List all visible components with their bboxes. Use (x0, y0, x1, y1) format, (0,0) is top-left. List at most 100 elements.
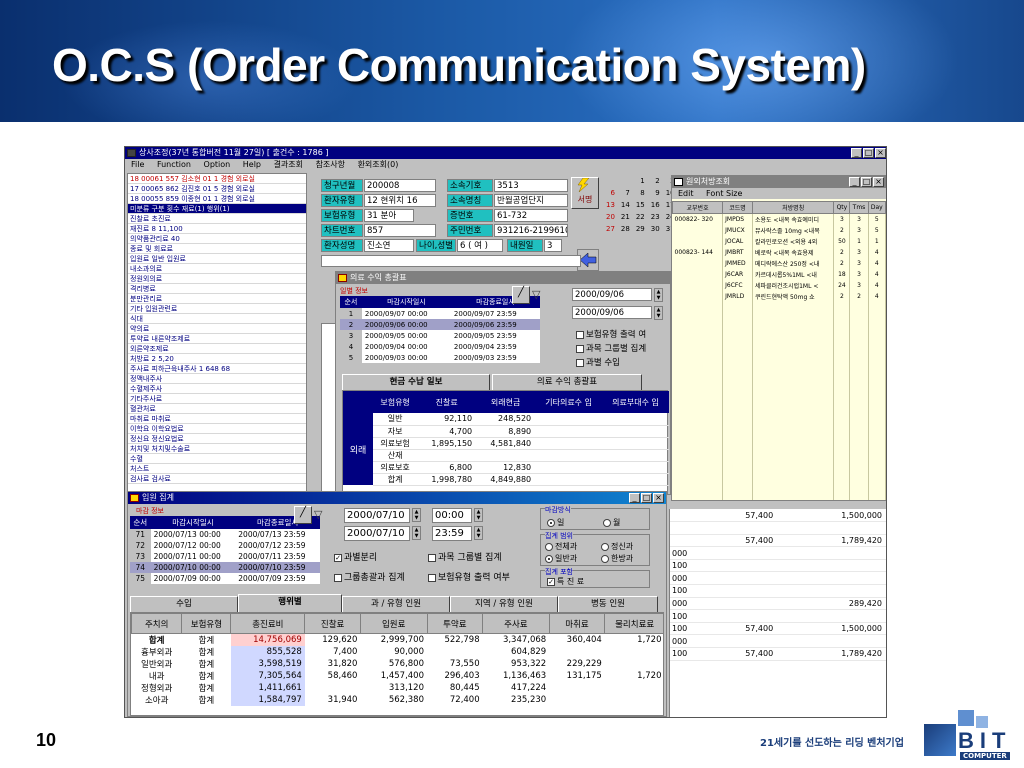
option-checkbox[interactable]: 보험유형 출력 여부 (428, 570, 510, 583)
list-item[interactable]: 처방료 2 5,20 (128, 354, 306, 364)
date-from-spinner[interactable]: ▲ ▼ (412, 508, 421, 522)
list-item[interactable]: 기타 입원관련료 (128, 304, 306, 314)
option-checkbox[interactable]: 과목 그룹별 집계 (576, 342, 646, 354)
list-item[interactable]: 종료 및 회료료 (128, 244, 306, 254)
checkmark-icon[interactable]: ╱ (294, 506, 312, 524)
table-row[interactable]: 73 2000/07/11 00:00 2000/07/11 23:59 (130, 551, 320, 562)
include-checkbox[interactable]: ✓ 특 진 료 (547, 576, 584, 587)
list-item[interactable]: 마취료 마취료 (128, 414, 306, 424)
tab-revenue-summary[interactable]: 의료 수익 총괄표 (492, 374, 642, 390)
close-button[interactable]: × (653, 493, 664, 503)
close-button[interactable]: × (873, 177, 884, 187)
table-row[interactable]: 자보 4,700 8,890 (343, 425, 669, 438)
tab-ward-count[interactable]: 병동 인원 (558, 596, 658, 612)
tab-by-procedure[interactable]: 행위별 (238, 594, 342, 612)
maximize-button[interactable]: □ (641, 493, 652, 503)
list-item[interactable]: 처스트 (128, 464, 306, 474)
list-item[interactable]: 외른약조제료 (128, 344, 306, 354)
visit-day-field[interactable]: 3 (544, 239, 562, 252)
table-row[interactable]: 일반외과 합계 3,598,519 31,820 576,800 73,550 953,32… (132, 658, 664, 670)
table-row[interactable]: JMRLD 쿠린드현탁액 50mg 쇼224 (672, 291, 886, 302)
claim-month-field[interactable]: 200008 (364, 179, 436, 192)
affiliation-name-field[interactable]: 반월공업단지 (494, 194, 568, 207)
calendar-day[interactable]: 7 (618, 187, 633, 199)
menu-option[interactable]: Option (204, 160, 231, 169)
menu-function[interactable]: Function (157, 160, 191, 169)
filter-icon[interactable]: ▽ (314, 508, 322, 521)
table-row[interactable]: 000822- 320 JMPDS 소용도 <내복 속효예미디 3 3 5 (672, 213, 886, 225)
resident-number-field[interactable]: 931216-2199610 (494, 224, 568, 237)
minimize-button[interactable]: _ (629, 493, 640, 503)
radio-day[interactable]: 일 (547, 517, 564, 528)
calendar-day[interactable]: 27 (603, 223, 618, 235)
list-item[interactable]: 수혈 (128, 454, 306, 464)
date-from-field[interactable]: 2000/09/06 (572, 288, 652, 301)
age-sex-field[interactable]: 6 ( 여 ) (457, 239, 503, 252)
table-row[interactable]: JMMED 메디락에스산 250정 <내 2 3 4 (672, 258, 886, 269)
menu-help[interactable]: Help (243, 160, 261, 169)
insurance-type-field[interactable]: 31 분아 (364, 209, 414, 222)
calendar-day[interactable]: 22 (633, 211, 648, 223)
table-row[interactable]: 000823- 144 JMBRT 베로락 <내복 속효용제 2 3 4 (672, 247, 886, 258)
time-to-field[interactable]: 23:59 (432, 526, 472, 541)
prescription-window-titlebar[interactable]: 원외처방조회 _ □ × (672, 176, 886, 188)
maximize-button[interactable]: □ (863, 148, 874, 158)
table-row[interactable]: 72 2000/07/12 00:00 2000/07/12 23:59 (130, 540, 320, 551)
list-item[interactable]: 의약품관리료 40 (128, 234, 306, 244)
date-to-field[interactable]: 2000/07/10 (344, 526, 410, 541)
maximize-button[interactable]: □ (861, 177, 872, 187)
list-item[interactable]: 이학요 이학요법료 (128, 424, 306, 434)
menu-result[interactable]: 결과조회 (274, 160, 303, 169)
table-row[interactable]: 합계 1,998,780 4,849,880 (343, 473, 669, 486)
table-row[interactable]: 소아과 합계 1,584,797 31,940 562,380 72,400 235,230 (132, 694, 664, 706)
list-item[interactable]: 처치및 처치및수술료 (128, 444, 306, 454)
calendar-day[interactable]: 23 (648, 211, 663, 223)
patient-name-field[interactable]: 진소연 (364, 239, 414, 252)
affiliation-code-field[interactable]: 3513 (494, 179, 568, 192)
tab-income[interactable]: 수입 (130, 596, 238, 612)
option-checkbox[interactable]: 보험유형 출력 여 (576, 328, 646, 340)
option-checkbox[interactable]: 그룹총괄과 집계 (334, 570, 405, 583)
table-row[interactable]: 외래 일반 92,110 248,520 (343, 413, 669, 485)
minimize-button[interactable]: _ (849, 177, 860, 187)
table-row[interactable]: J6CAR 카르데시롭5%1ML <내 18 3 4 (672, 269, 886, 280)
list-item[interactable]: 식대 (128, 314, 306, 324)
list-item[interactable]: 분만관리료 (128, 294, 306, 304)
radio-all-dept[interactable]: 전체과 (545, 541, 577, 552)
table-row[interactable]: 정형외과 합계 1,411,661 313,120 80,445 417,224 (132, 682, 664, 694)
list-item[interactable]: 정원외의료 (128, 274, 306, 284)
calendar-day[interactable]: 1 (633, 175, 648, 187)
calendar-day[interactable]: 15 (633, 199, 648, 211)
option-checkbox[interactable]: ✓ 과별분리 (334, 550, 377, 563)
option-checkbox[interactable]: 과별 수입 (576, 356, 620, 368)
table-row[interactable]: J6CFC 세파클러건조시럽1ML <24 3 4 (672, 280, 886, 291)
table-row[interactable]: 합계 합계 14,756,069 129,620 2,999,700 522,798 3,3… (132, 633, 664, 646)
inpatient-summary-titlebar[interactable]: 입원 집계 _ □ × (128, 492, 666, 504)
list-item[interactable]: 내소과의료 (128, 264, 306, 274)
list-item[interactable]: 18 00055 859 이종현 01 1 경험 외로실 (128, 194, 306, 204)
radio-general[interactable]: 일반과 (545, 553, 577, 564)
list-item[interactable]: 약의료 (128, 324, 306, 334)
list-item[interactable]: 정신요 정신요법료 (128, 434, 306, 444)
date-to-field[interactable]: 2000/09/06 (572, 306, 652, 319)
menu-reference[interactable]: 참조사항 (316, 160, 345, 169)
table-row[interactable]: JMUCX 뮤사락스졸 10mg <내복 2 3 5 (672, 225, 886, 236)
tab-region-type-count[interactable]: 지역 / 유형 인원 (450, 596, 558, 612)
radio-psych[interactable]: 정신과 (601, 541, 633, 552)
menu-font-size[interactable]: Font Size (706, 189, 742, 198)
menu-edit[interactable]: Edit (678, 189, 694, 198)
calendar-day[interactable]: 30 (648, 223, 663, 235)
date-from-field[interactable]: 2000/07/10 (344, 508, 410, 523)
table-row[interactable]: 75 2000/07/09 00:00 2000/07/09 23:59 (130, 573, 320, 584)
calendar-day[interactable]: 14 (618, 199, 633, 211)
calendar-day[interactable]: 28 (618, 223, 633, 235)
radio-month[interactable]: 월 (603, 517, 620, 528)
list-item[interactable]: 수혈제주사 (128, 384, 306, 394)
card-number-field[interactable]: 61-732 (494, 209, 568, 222)
table-row[interactable]: 74 2000/07/10 00:00 2000/07/10 23:59 (130, 562, 320, 573)
radio-oriental[interactable]: 한방과 (601, 553, 633, 564)
list-item[interactable]: 진찰료 초진료 (128, 214, 306, 224)
calendar-day[interactable]: 2 (648, 175, 663, 187)
medical-revenue-titlebar[interactable]: 의료 수익 총괄표 (336, 272, 670, 284)
list-item[interactable]: 정맥내주사 (128, 374, 306, 384)
